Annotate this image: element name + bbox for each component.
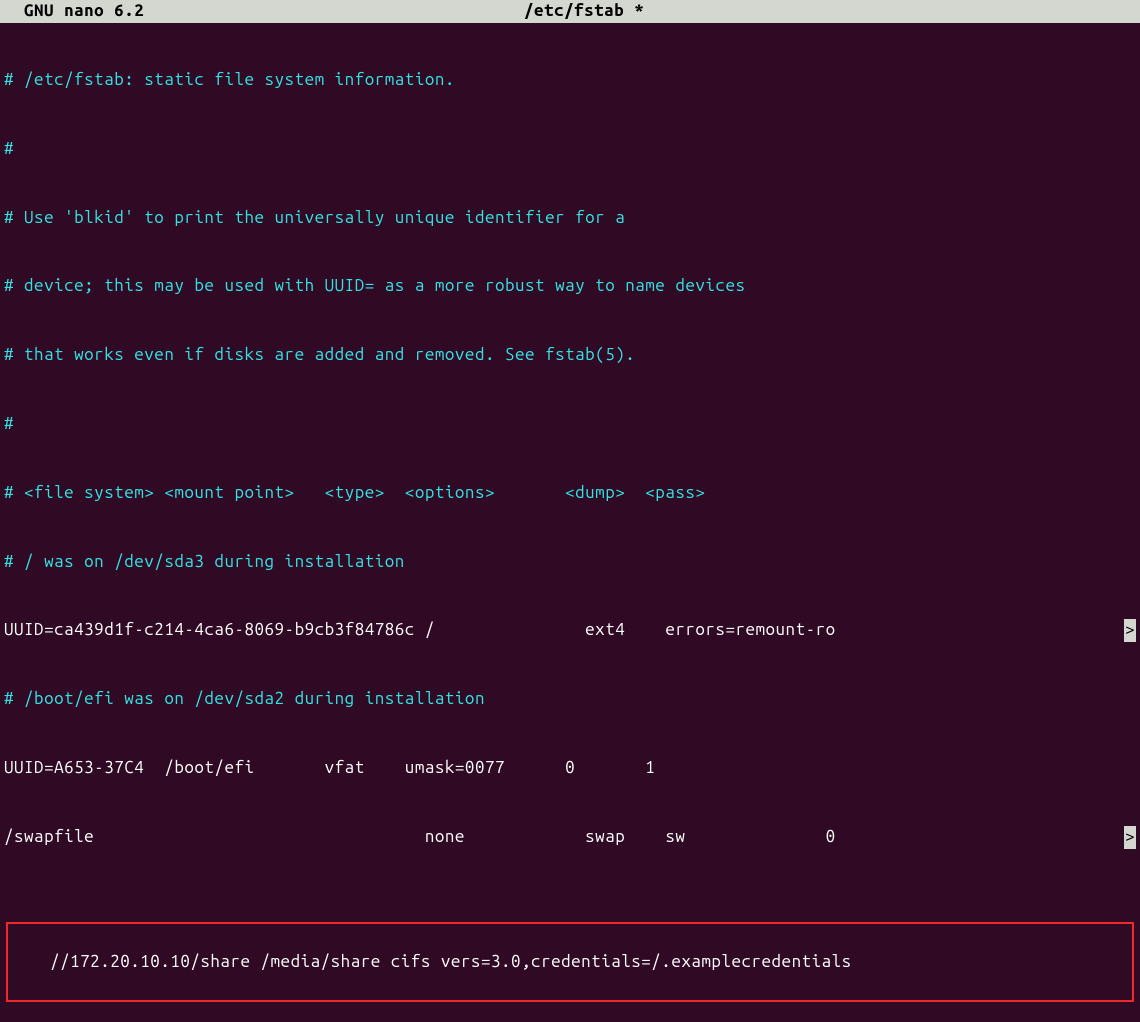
content-line: # (4, 413, 1136, 436)
overflow-marker: > (1124, 619, 1136, 642)
editor-content[interactable]: # /etc/fstab: static file system informa… (0, 23, 1140, 1022)
content-line: UUID=A653-37C4 /boot/efi vfat umask=0077… (4, 757, 1136, 780)
content-line: # <file system> <mount point> <type> <op… (4, 482, 1136, 505)
content-line: /swapfile none swap sw 0 (4, 826, 1124, 849)
content-line: UUID=ca439d1f-c214-4ca6-8069-b9cb3f84786… (4, 619, 1124, 642)
highlight-annotation: //172.20.10.10/share /media/share cifs v… (6, 922, 1134, 1003)
content-line: # / was on /dev/sda3 during installation (4, 551, 1136, 574)
content-line: # /etc/fstab: static file system informa… (4, 69, 1136, 92)
overflow-marker: > (1124, 826, 1136, 849)
app-name: GNU nano 6.2 (4, 0, 404, 23)
content-line: # device; this may be used with UUID= as… (4, 275, 1136, 298)
content-line: # /boot/efi was on /dev/sda2 during inst… (4, 688, 1136, 711)
content-line: # that works even if disks are added and… (4, 344, 1136, 367)
title-bar: GNU nano 6.2 /etc/fstab * (0, 0, 1140, 23)
file-name: /etc/fstab * (404, 0, 1136, 23)
content-line: # (4, 138, 1136, 161)
highlighted-line: //172.20.10.10/share /media/share cifs v… (50, 952, 852, 971)
content-line: # Use 'blkid' to print the universally u… (4, 207, 1136, 230)
